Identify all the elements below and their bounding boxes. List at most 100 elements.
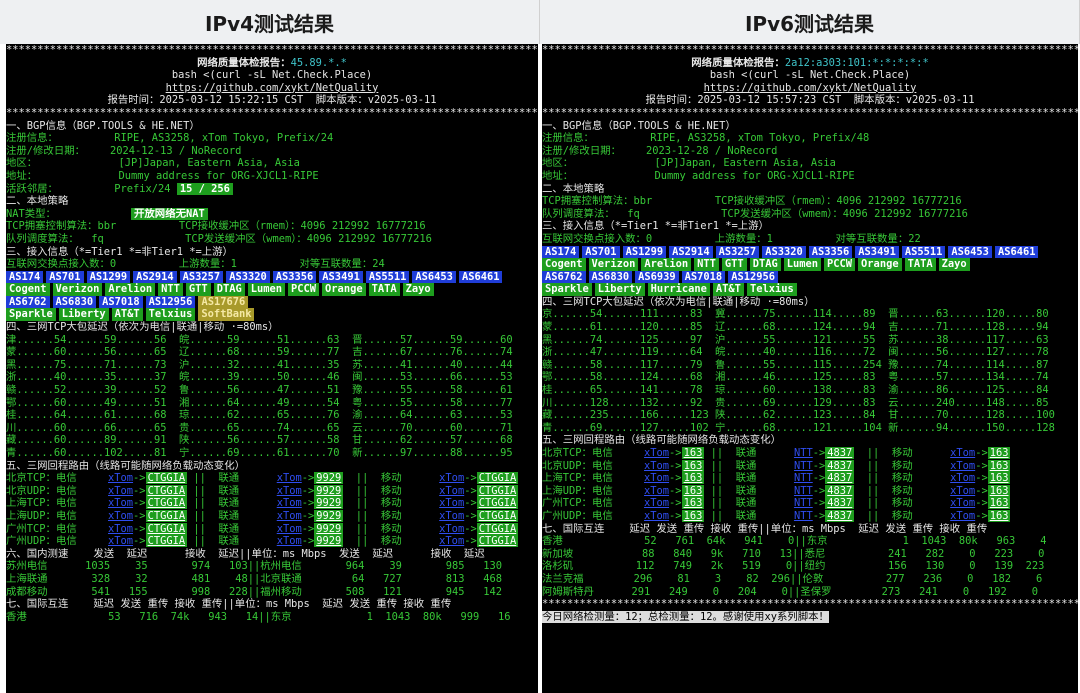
as-badge: AS3356	[808, 245, 853, 259]
intl-row: 洛杉矶 112 749 2k 519 0||纽约 156 130 0 139 2…	[542, 560, 1045, 573]
section-policy: 二、本地策略	[6, 195, 69, 208]
command-line: bash <(curl -sL Net.Check.Place)	[709, 69, 911, 82]
nat-type: NAT类型： 开放网络无NAT	[6, 207, 538, 221]
as-badge: AS3257	[179, 270, 224, 284]
as-badge: Cogent	[6, 283, 50, 296]
address: 地址： Dummy address for ORG-XJCL1-RIPE	[542, 169, 855, 182]
route-hop: xTom	[439, 535, 465, 548]
as-badge: AS174	[542, 245, 580, 259]
as-badge: TATA	[368, 283, 400, 296]
as-badge: NTT	[694, 258, 719, 271]
stars-line: ****************************************…	[542, 44, 1078, 56]
github-link[interactable]: https://github.com/xykt/NetQuality	[542, 82, 1078, 95]
as-badge: NTT	[158, 283, 183, 296]
route-asn: 163	[681, 459, 705, 472]
reg-date: 注册/修改日期： 2024-12-13 / NoRecord	[6, 144, 242, 157]
as-badge: AS701	[46, 270, 84, 284]
as-badge: AS3491	[855, 245, 899, 259]
speedtest-grid: 苏州电信 1035 35 974 103||杭州电信 964 39 985 13…	[6, 560, 538, 598]
route-isp: 联通	[218, 509, 240, 522]
route-hop: xTom	[439, 497, 465, 510]
speedtest-row: 苏州电信 1035 35 974 103||杭州电信 964 39 985 13…	[6, 560, 502, 573]
route-hop: xTom	[276, 509, 302, 522]
route-hop: xTom	[950, 459, 976, 472]
as-badge: AS701	[582, 245, 620, 259]
as-badge: Verizon	[588, 258, 639, 271]
route-hop: xTom	[644, 447, 670, 459]
route-asn: 4837	[825, 497, 855, 510]
route-asn: 163	[681, 509, 705, 522]
as-badge: Cogent	[542, 258, 586, 271]
report-time: 报告时间：2025-03-12 15:22:15 CST 脚本版本：v2025-…	[107, 94, 437, 107]
route-isp: 移动	[380, 497, 402, 510]
reg-info: 注册信息： RIPE, AS3258, xTom Tokyo, Prefix/4…	[542, 132, 870, 145]
as-badge: Lumen	[783, 258, 822, 271]
tcp-latency-row: 鄂......60......49......51 湘......64.....…	[6, 396, 513, 409]
route-grid: 北京TCP：电信 xTom-> 163 || 联通 NTT-> 4837 || 移动…	[542, 447, 1078, 523]
route-hop: NTT	[793, 509, 813, 522]
section-access: 三、接入信息（*=Tier1 *=非Tier1 *=上游）	[6, 245, 233, 258]
as-badge: AS6461	[458, 270, 503, 284]
tcp-latency-row: 藏......235.....166.....123 陕......62....…	[542, 409, 1055, 422]
route-hop: xTom	[439, 522, 465, 535]
route-hop: xTom	[276, 497, 302, 510]
route-hop: xTom	[276, 522, 302, 535]
route-label: 上海UDP：电信	[542, 484, 613, 497]
route-hop: xTom	[950, 484, 976, 497]
route-label: 北京UDP：电信	[6, 484, 77, 497]
as-badge: DTAG	[213, 283, 245, 296]
route-row: 上海TCP：电信 xTom-> CTGGIA || 联通 xTom-> 9929 |…	[6, 497, 519, 510]
route-asn: 4837	[825, 447, 855, 459]
route-isp: 联通	[735, 459, 757, 472]
as-badge: AS7018	[99, 295, 143, 309]
as-badge: AS6762	[6, 295, 50, 309]
route-isp: 移动	[380, 522, 402, 535]
as-badge: AS3257	[715, 245, 760, 259]
route-asn: CTGGIA	[145, 522, 188, 535]
tcp-latency-row: 浙......47......119.....64 皖......40.....…	[542, 346, 1049, 359]
route-hop: xTom	[644, 484, 670, 497]
route-hop: xTom	[108, 497, 134, 510]
section-route: 五、三网回程路由（线路可能随网络负载动态变化）	[6, 459, 245, 472]
route-hop: xTom	[276, 472, 302, 485]
as-badge: AS2914	[669, 245, 713, 259]
intl-row: 新加坡 88 840 9k 710 13||悉尼 241 282 0 223 0	[542, 547, 1045, 560]
as-row-1: AS174 AS701 AS1299 AS2914 AS3257 AS3320 AS3356…	[6, 270, 538, 284]
route-isp: 移动	[891, 472, 913, 485]
as-badge: AS12956	[728, 270, 778, 284]
tcp-latency-row: 蒙......60......56......65 辽......68.....…	[6, 346, 513, 359]
route-asn: CTGGIA	[476, 472, 519, 485]
tcp-latency-row: 蒙......61......120.....85 辽......68.....…	[542, 321, 1049, 334]
route-hop: xTom	[644, 459, 670, 472]
intl-row: 香港 52 761 64k 941 0||东京 1 1043 80k 963 4	[542, 535, 1047, 548]
as-badge: DTAG	[749, 258, 781, 271]
route-hop: xTom	[108, 509, 134, 522]
as-badge: PCCW	[288, 283, 320, 296]
route-isp: 联通	[735, 447, 757, 459]
as-badge: AS5511	[365, 270, 410, 284]
as-badge: PCCW	[824, 258, 856, 271]
tcp-latency-row: 赣......58......117.....79 鲁......55.....…	[542, 358, 1049, 371]
speedtest-row: 成都移动 541 155 998 228||福州移动 508 121 945 1…	[6, 585, 502, 598]
route-asn: CTGGIA	[476, 522, 519, 535]
as-badge: AS3320	[226, 270, 270, 284]
ipv4-terminal: ****************************************…	[6, 44, 538, 693]
route-isp: 移动	[891, 497, 913, 510]
tcp-latency-row: 黑......75......71......73 沪......32.....…	[6, 358, 513, 371]
route-label: 广州UDP：电信	[6, 535, 77, 548]
as-row-1: AS174 AS701 AS1299 AS2914 AS3257 AS3320 AS3356…	[542, 245, 1078, 259]
route-isp: 移动	[380, 472, 402, 485]
as-badge: Sparkle	[6, 308, 56, 322]
github-link[interactable]: https://github.com/xykt/NetQuality	[6, 82, 538, 95]
as-badge: AS1299	[86, 270, 131, 284]
route-asn: CTGGIA	[145, 484, 188, 497]
stars-line: ****************************************…	[542, 106, 1078, 119]
intl-row: 阿姆斯特丹 291 249 0 204 0||圣保罗 273 241 0 192…	[542, 585, 1038, 598]
route-isp: 联通	[218, 472, 240, 485]
name-row-1: Cogent Verizon Arelion NTT GTT DTAG Lumen PCCW O…	[6, 283, 538, 296]
route-row: 上海TCP：电信 xTom-> 163 || 联通 NTT-> 4837 || 移动…	[542, 472, 1011, 485]
report-title: 网络质量体检报告：45.89.*.*	[197, 56, 347, 69]
route-asn: 163	[681, 484, 705, 497]
tcp-latency-row: 浙......40......35......37 皖......39.....…	[6, 371, 513, 384]
as-badge: Orange	[858, 258, 902, 271]
